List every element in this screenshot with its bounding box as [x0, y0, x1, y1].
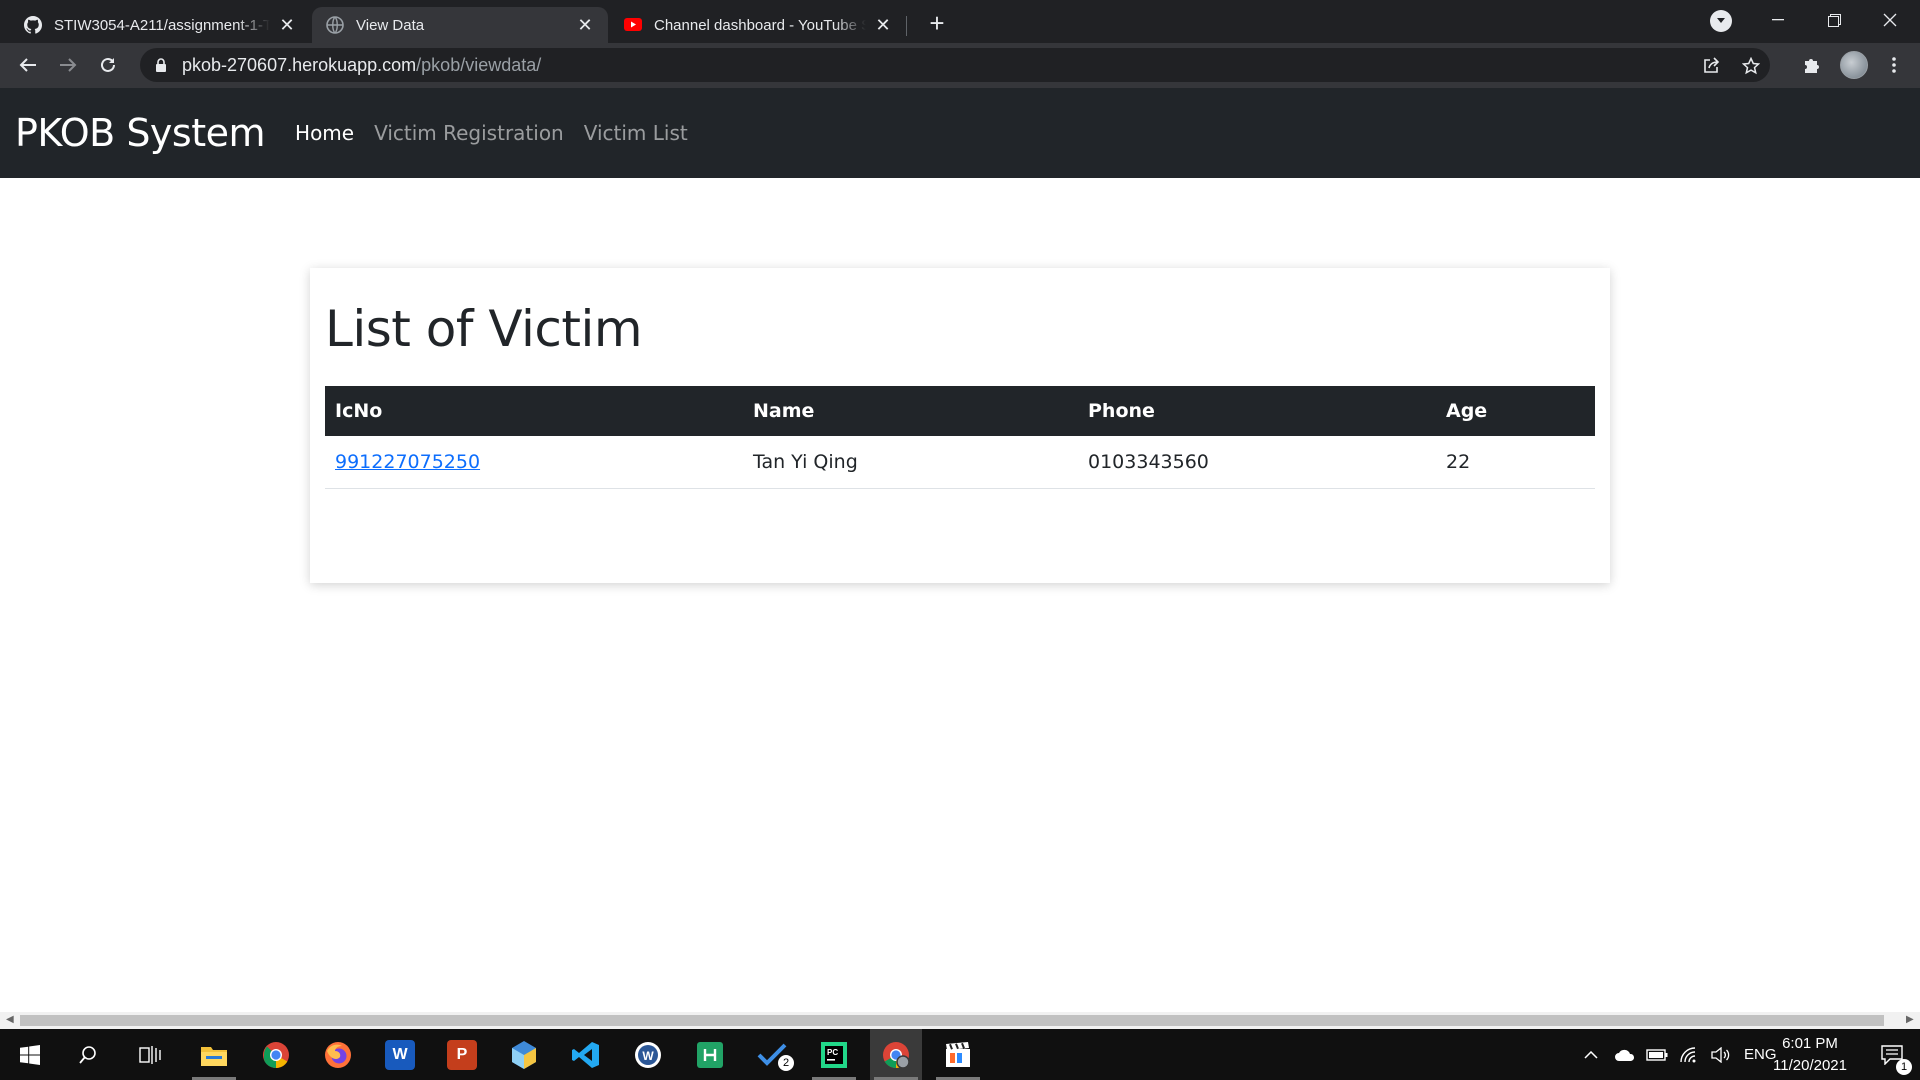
column-header-name: Name [753, 400, 815, 422]
pycharm-icon[interactable]: PC [808, 1029, 860, 1080]
url-path: /pkob/viewdata/ [416, 54, 542, 75]
system-tray: ENG [1580, 1029, 1777, 1080]
powerpoint-icon[interactable]: P [436, 1029, 488, 1080]
vscode-icon[interactable] [560, 1029, 612, 1080]
todo-badge: 2 [778, 1055, 794, 1071]
clock-date: 11/20/2021 [1773, 1057, 1847, 1074]
svg-text:PC: PC [827, 1048, 838, 1057]
chrome-icon[interactable] [250, 1029, 302, 1080]
nav-victim-registration[interactable]: Victim Registration [374, 121, 564, 145]
scroll-right-icon[interactable]: ▶ [1906, 1014, 1914, 1025]
tab-search-icon[interactable] [1710, 10, 1732, 32]
victim-table: IcNo Name Phone Age 991227075250 Tan Yi … [325, 386, 1595, 489]
close-tab-icon[interactable]: ✕ [576, 15, 594, 36]
column-header-age: Age [1446, 400, 1488, 422]
movie-maker-icon[interactable] [932, 1029, 984, 1080]
tab-title: View Data [356, 16, 425, 34]
share-icon[interactable] [1700, 55, 1722, 77]
back-icon[interactable] [12, 49, 44, 81]
tab-view-data[interactable]: View Data ✕ [312, 7, 608, 43]
browser-toolbar: pkob-270607.herokuapp.com/pkob/viewdata/ [0, 43, 1920, 88]
windows-taskbar: W P W 2 PC ENG 6:01 PM 11/20/2021 1 [0, 1029, 1920, 1080]
tab-github[interactable]: STIW3054-A211/assignment-1-T ✕ [10, 7, 310, 43]
wifi-icon[interactable] [1676, 1046, 1702, 1063]
more-menu-icon[interactable] [1883, 54, 1905, 76]
horizontal-scrollbar[interactable]: ◀ ▶ [0, 1012, 1920, 1029]
table-header-row: IcNo Name Phone Age [325, 386, 1595, 436]
site-navbar: PKOB System Home Victim Registration Vic… [0, 88, 1920, 178]
firefox-icon[interactable] [312, 1029, 364, 1080]
wps-icon[interactable]: W [622, 1029, 674, 1080]
tab-title: STIW3054-A211/assignment-1-T [54, 16, 270, 34]
todo-icon[interactable]: 2 [746, 1029, 798, 1080]
page-title: List of Victim [325, 300, 643, 358]
close-window-icon[interactable] [1862, 0, 1918, 40]
close-tab-icon[interactable]: ✕ [874, 15, 892, 36]
lock-icon[interactable] [154, 58, 168, 72]
globe-icon [326, 16, 344, 34]
bookmark-star-icon[interactable] [1740, 55, 1762, 77]
notification-center-icon[interactable]: 1 [1866, 1029, 1918, 1080]
chevron-up-icon[interactable] [1580, 1050, 1602, 1059]
sheets-icon[interactable] [684, 1029, 736, 1080]
cell-icno: 991227075250 [325, 436, 743, 489]
address-bar[interactable]: pkob-270607.herokuapp.com/pkob/viewdata/ [140, 48, 1770, 82]
minimize-icon[interactable] [1750, 0, 1806, 40]
search-icon[interactable] [62, 1029, 114, 1080]
task-view-icon[interactable] [124, 1029, 176, 1080]
table-row: 991227075250 Tan Yi Qing 0103343560 22 [325, 436, 1595, 489]
cell-phone: 0103343560 [1078, 436, 1436, 489]
clock-time: 6:01 PM [1782, 1035, 1838, 1052]
tab-youtube-studio[interactable]: Channel dashboard - YouTube St ✕ [610, 7, 906, 43]
file-explorer-icon[interactable] [188, 1029, 240, 1080]
onedrive-cloud-icon[interactable] [1612, 1049, 1638, 1061]
browser-tab-strip: STIW3054-A211/assignment-1-T ✕ View Data… [0, 0, 1920, 43]
nav-victim-list[interactable]: Victim List [584, 121, 688, 145]
forward-icon[interactable] [52, 49, 84, 81]
profile-avatar[interactable] [1840, 51, 1868, 79]
nav-home[interactable]: Home [295, 121, 354, 145]
restore-icon[interactable] [1806, 0, 1862, 40]
new-tab-button[interactable]: + [922, 8, 952, 39]
column-header-icno: IcNo [335, 400, 383, 422]
battery-icon[interactable] [1644, 1048, 1670, 1061]
tab-separator [906, 16, 907, 36]
cell-name: Tan Yi Qing [743, 436, 1078, 489]
scroll-left-icon[interactable]: ◀ [6, 1014, 14, 1025]
svg-text:W: W [642, 1049, 654, 1063]
volume-icon[interactable] [1708, 1046, 1734, 1063]
url-host: pkob-270607.herokuapp.com [182, 54, 417, 75]
brand-logo-text[interactable]: PKOB System [15, 111, 266, 155]
github-icon [24, 16, 42, 34]
youtube-icon [624, 16, 642, 34]
close-tab-icon[interactable]: ✕ [278, 15, 296, 36]
extensions-puzzle-icon[interactable] [1800, 54, 1822, 76]
reload-icon[interactable] [92, 49, 124, 81]
tab-title: Channel dashboard - YouTube St [654, 16, 866, 34]
virtualbox-icon[interactable] [498, 1029, 550, 1080]
windows-start-icon[interactable] [4, 1029, 56, 1080]
column-header-phone: Phone [1088, 400, 1155, 422]
scrollbar-thumb[interactable] [20, 1015, 1884, 1026]
icno-link[interactable]: 991227075250 [335, 451, 480, 473]
system-clock[interactable]: 6:01 PM 11/20/2021 [1765, 1033, 1855, 1077]
chrome-profile-icon[interactable] [870, 1029, 922, 1080]
word-icon[interactable]: W [374, 1029, 426, 1080]
victim-list-card: List of Victim IcNo Name Phone Age 99122… [310, 268, 1610, 583]
notification-badge: 1 [1896, 1059, 1912, 1075]
cell-age: 22 [1436, 436, 1595, 489]
